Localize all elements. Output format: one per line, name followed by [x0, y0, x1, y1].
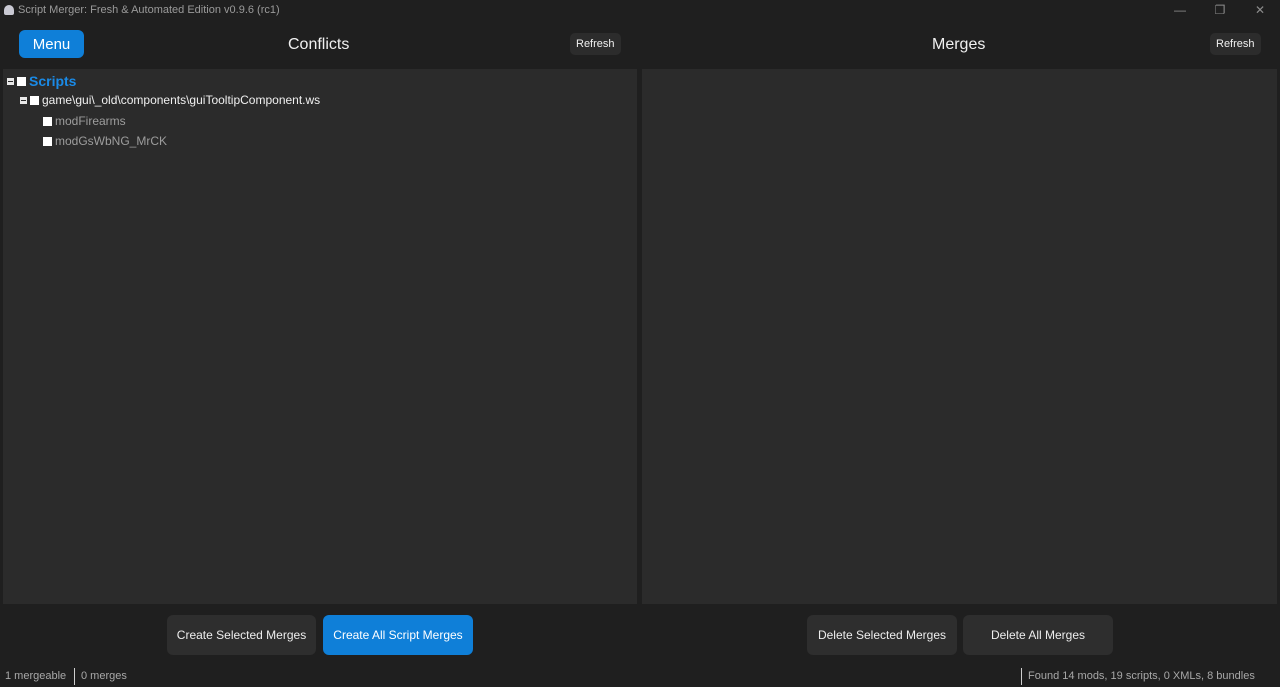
- create-selected-merges-button[interactable]: Create Selected Merges: [167, 615, 316, 655]
- tree-item-mod[interactable]: modFirearms: [43, 114, 126, 128]
- checkbox[interactable]: [17, 76, 26, 86]
- status-bar: 1 mergeable 0 merges Found 14 mods, 19 s…: [0, 667, 1280, 687]
- merges-title: Merges: [932, 36, 986, 53]
- app-icon: [4, 5, 14, 15]
- header: Menu Conflicts Refresh Merges Refresh: [0, 20, 1280, 68]
- checkbox[interactable]: [43, 136, 52, 146]
- status-divider: [74, 668, 75, 685]
- collapse-icon[interactable]: [20, 96, 27, 104]
- delete-selected-merges-button[interactable]: Delete Selected Merges: [807, 615, 957, 655]
- title-bar: Script Merger: Fresh & Automated Edition…: [0, 0, 1280, 20]
- delete-all-merges-button[interactable]: Delete All Merges: [963, 615, 1113, 655]
- tree-mod-label: modGsWbNG_MrCK: [55, 134, 168, 148]
- tree-root-label: Scripts: [29, 73, 77, 89]
- collapse-icon[interactable]: [7, 77, 14, 85]
- tree-mod-label: modFirearms: [55, 114, 126, 128]
- close-icon[interactable]: ✕: [1240, 0, 1280, 20]
- merges-refresh-button[interactable]: Refresh: [1210, 33, 1261, 55]
- tree-root-scripts[interactable]: Scripts: [7, 73, 76, 89]
- conflicts-panel: Scripts game\gui\_old\components\guiTool…: [3, 69, 637, 604]
- restore-icon[interactable]: ❐: [1200, 0, 1240, 20]
- tree-item-file[interactable]: game\gui\_old\components\guiTooltipCompo…: [20, 93, 320, 107]
- window-controls: — ❐ ✕: [1160, 0, 1280, 20]
- status-merges: 0 merges: [81, 670, 127, 682]
- status-divider: [1021, 668, 1022, 685]
- status-found: Found 14 mods, 19 scripts, 0 XMLs, 8 bun…: [1028, 670, 1255, 682]
- checkbox[interactable]: [43, 116, 52, 126]
- conflicts-refresh-button[interactable]: Refresh: [570, 33, 621, 55]
- menu-button[interactable]: Menu: [19, 30, 84, 58]
- checkbox[interactable]: [30, 95, 39, 105]
- status-mergeable: 1 mergeable: [5, 670, 67, 682]
- create-all-script-merges-button[interactable]: Create All Script Merges: [323, 615, 473, 655]
- merges-panel: [642, 69, 1277, 604]
- conflicts-title: Conflicts: [288, 36, 350, 53]
- tree-item-mod[interactable]: modGsWbNG_MrCK: [43, 134, 167, 148]
- window-title: Script Merger: Fresh & Automated Edition…: [18, 4, 280, 16]
- tree-file-label: game\gui\_old\components\guiTooltipCompo…: [42, 93, 321, 107]
- minimize-icon[interactable]: —: [1160, 0, 1200, 20]
